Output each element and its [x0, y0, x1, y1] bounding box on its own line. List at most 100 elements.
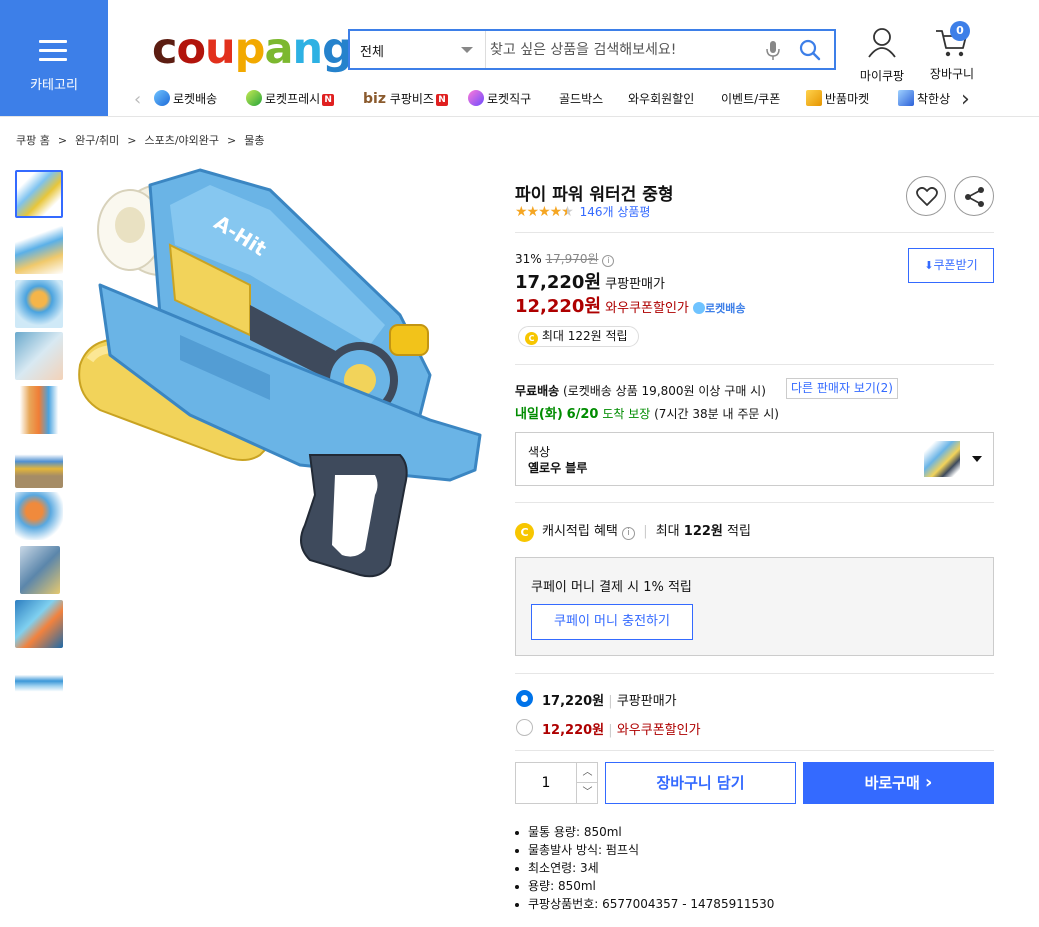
cash-coin-icon: C [525, 332, 538, 345]
spec-item: 용량: 850ml [514, 880, 774, 893]
coupay-box: 쿠페이 머니 결제 시 1% 적립 쿠페이 머니 충전하기 [515, 557, 994, 656]
nav-item-good-deal[interactable]: 착한상 [898, 90, 954, 107]
thumbnail-2[interactable] [15, 226, 63, 274]
product-spec-list: 물통 용량: 850ml 물총발사 방식: 펌프식 최소연령: 3세 용량: 8… [514, 826, 774, 916]
thumbnail-4[interactable] [15, 332, 63, 380]
nav-item-wow-discount[interactable]: 와우회원할인 [628, 90, 694, 107]
wow-price: 12,220원 [515, 296, 602, 317]
review-count-link[interactable]: 146개 상품평 [580, 205, 651, 219]
coupay-text: 쿠페이 머니 결제 시 1% 적립 [531, 580, 692, 595]
nav-item-rocket-global[interactable]: 로켓직구 [468, 90, 531, 107]
microphone-icon[interactable] [766, 41, 780, 61]
search-bar: 전체 [348, 29, 836, 70]
other-sellers-button[interactable]: 다른 판매자 보기(2) [786, 378, 898, 399]
info-icon[interactable]: i [602, 255, 615, 267]
quantity-decrease-button[interactable]: ﹀ [576, 783, 598, 803]
price-option-radio-2[interactable] [516, 719, 533, 736]
search-input[interactable] [490, 35, 760, 64]
price-option-1[interactable]: 17,220원 | 쿠팡판매가 [542, 690, 677, 709]
cash-reward-row: C 캐시적립 혜택 i | 최대 122원 적립 [515, 520, 751, 542]
divider [515, 673, 994, 674]
header-divider [0, 116, 1039, 117]
cart-label: 장바구니 [929, 67, 975, 81]
category-nav: 로켓배송 로켓프레시 N biz 쿠팡비즈 N 로켓직구 골드박스 와우회원할인 이… [136, 86, 976, 114]
spec-item: 물통 용량: 850ml [514, 826, 774, 839]
thumbnail-5[interactable] [15, 386, 63, 434]
rocket-badge: 로켓배송 [693, 302, 746, 315]
heart-icon [916, 187, 938, 206]
add-to-cart-button[interactable]: 장바구니 담기 [605, 762, 796, 804]
thumbnail-7[interactable] [15, 492, 63, 540]
sale-price-label: 쿠팡판매가 [605, 277, 665, 292]
cart-count-badge: 0 [950, 21, 970, 41]
thumbnail-3[interactable] [15, 280, 63, 328]
breadcrumb-toys[interactable]: 완구/취미 [75, 134, 119, 147]
chevron-right-icon: › [925, 772, 933, 793]
price-option-2[interactable]: 12,220원 | 와우쿠폰할인가 [542, 719, 701, 738]
wow-price-label: 와우쿠폰할인가 [605, 301, 689, 316]
option-thumbnail [924, 441, 960, 477]
my-coupang-label: 마이쿠팡 [859, 69, 905, 83]
wow-price-row: 12,220원 와우쿠폰할인가 로켓배송 [515, 292, 746, 318]
search-category-select[interactable]: 전체 [350, 31, 486, 68]
divider [515, 232, 994, 233]
user-icon [868, 28, 896, 58]
chevron-down-icon [972, 456, 982, 462]
original-price: 17,970원 [545, 252, 599, 266]
nav-item-rocket-delivery[interactable]: 로켓배송 [154, 90, 217, 107]
points-badge: C 최대 122원 적립 [518, 326, 639, 347]
thumbnail-8[interactable] [20, 546, 60, 594]
option-value: 옐로우 블루 [528, 461, 588, 475]
quantity-increase-button[interactable]: ︿ [576, 763, 598, 783]
share-button[interactable] [954, 176, 994, 216]
breadcrumb-sports[interactable]: 스포츠/야외완구 [144, 134, 219, 147]
return-market-icon [806, 90, 822, 106]
product-main-image[interactable]: A-Hit [70, 165, 490, 590]
breadcrumb-water-guns[interactable]: 물총 [244, 134, 264, 147]
thumbnail-1[interactable] [15, 170, 63, 218]
breadcrumb-home[interactable]: 쿠팡 홈 [16, 134, 50, 147]
nav-item-rocket-fresh[interactable]: 로켓프레시 N [246, 90, 335, 107]
thumbnail-10[interactable] [15, 658, 63, 706]
star-rating-icon: ★★★★★★ [515, 204, 574, 220]
option-label: 색상 [528, 445, 551, 459]
good-deal-icon [898, 90, 914, 106]
nav-item-coupang-biz[interactable]: biz 쿠팡비즈 N [363, 90, 448, 107]
nav-item-return-market[interactable]: 반품마켓 [806, 90, 869, 107]
price-option-radio-1[interactable] [516, 690, 533, 707]
rating-row[interactable]: ★★★★★★ 146개 상품평 [515, 203, 650, 220]
my-coupang-button[interactable]: 마이쿠팡 [856, 26, 908, 84]
quantity-input[interactable] [516, 763, 576, 803]
coupay-charge-button[interactable]: 쿠페이 머니 충전하기 [531, 604, 693, 640]
chevron-down-icon [461, 47, 473, 53]
rocket-fresh-icon [246, 90, 262, 106]
spec-item: 물총발사 방식: 펌프식 [514, 844, 774, 857]
divider [515, 364, 994, 365]
nav-item-gold-box[interactable]: 골드박스 [559, 90, 603, 107]
quantity-stepper: ︿ ﹀ [515, 762, 598, 804]
spec-item: 쿠팡상품번호: 6577004357 - 14785911530 [514, 898, 774, 911]
nav-next-arrow-icon[interactable]: › [961, 87, 970, 112]
discount-rate: 31% [515, 252, 542, 266]
wishlist-button[interactable] [906, 176, 946, 216]
category-menu-button[interactable]: 카테고리 [0, 0, 108, 116]
share-icon [965, 187, 984, 207]
category-label: 카테고리 [30, 78, 78, 93]
info-icon[interactable]: i [622, 527, 636, 540]
thumbnail-6[interactable] [15, 440, 63, 488]
buy-now-button[interactable]: 바로구매 › [803, 762, 994, 804]
divider [515, 750, 994, 751]
spec-item: 최소연령: 3세 [514, 862, 774, 875]
discount-row: 31% 17,970원 i [515, 250, 615, 267]
thumbnail-9[interactable] [15, 600, 63, 648]
rocket-icon [154, 90, 170, 106]
coupang-logo[interactable]: coupang [152, 24, 353, 74]
color-option-select[interactable]: 색상 옐로우 블루 [515, 432, 994, 486]
nav-item-events-coupons[interactable]: 이벤트/쿠폰 [721, 90, 780, 107]
cash-coin-icon: C [515, 523, 534, 542]
shipping-info: 무료배송 (로켓배송 상품 19,800원 이상 구매 시) [515, 384, 766, 398]
coupon-download-button[interactable]: ⬇쿠폰받기 [908, 248, 994, 283]
search-icon[interactable] [799, 39, 821, 61]
rocket-icon [693, 302, 706, 314]
sale-price-row: 17,220원 쿠팡판매가 [515, 268, 665, 294]
